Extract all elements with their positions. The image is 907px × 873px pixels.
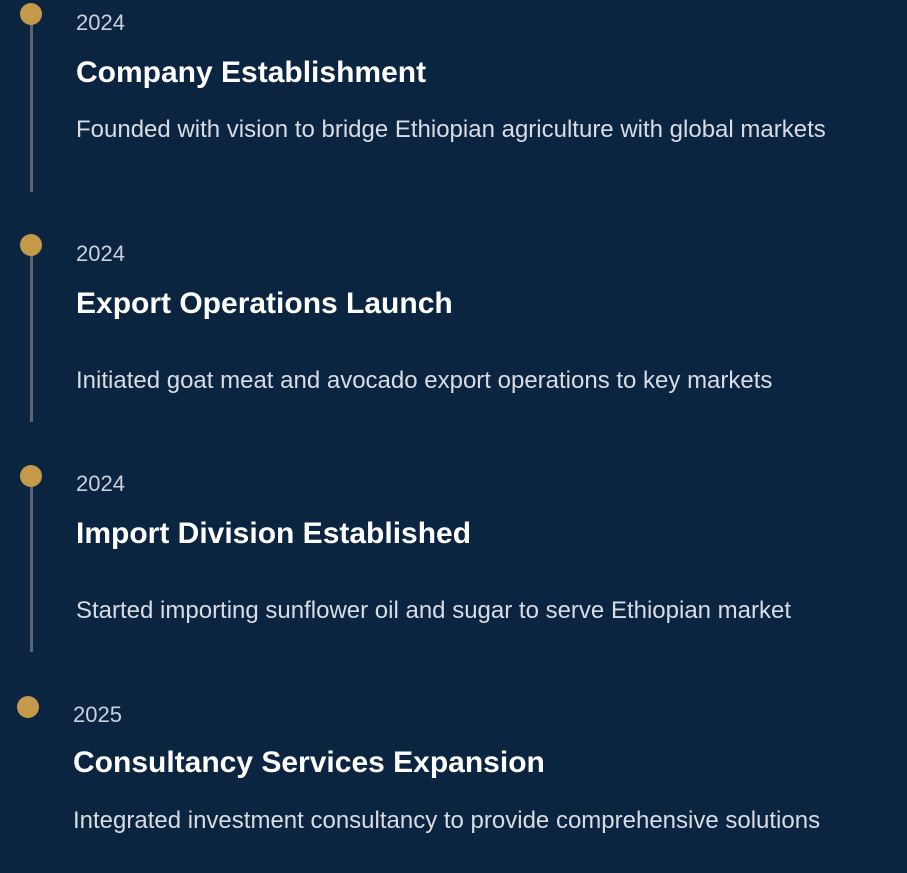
timeline-line	[30, 14, 33, 192]
timeline-year: 2025	[73, 702, 122, 727]
timeline: 2024 Company Establishment Founded with …	[0, 0, 907, 873]
timeline-title: Export Operations Launch	[76, 287, 453, 320]
timeline-item: 2024 Import Division Established Started…	[0, 460, 907, 690]
timeline-description: Started importing sunflower oil and suga…	[76, 597, 792, 624]
timeline-line	[30, 474, 33, 652]
timeline-description: Founded with vision to bridge Ethiopian …	[76, 116, 826, 143]
timeline-description: Integrated investment consultancy to pro…	[73, 807, 821, 834]
timeline-title: Consultancy Services Expansion	[73, 746, 545, 779]
timeline-year: 2024	[76, 241, 125, 266]
timeline-dot	[20, 3, 42, 25]
timeline-title: Import Division Established	[76, 517, 472, 550]
timeline-year: 2024	[76, 10, 125, 35]
timeline-title: Company Establishment	[76, 56, 427, 89]
timeline-line	[30, 244, 33, 422]
timeline-year: 2024	[76, 471, 125, 496]
timeline-item: 2024 Export Operations Launch Initiated …	[0, 230, 907, 460]
timeline-dot	[20, 234, 42, 256]
timeline-item: 2025 Consultancy Services Expansion Inte…	[0, 690, 907, 873]
timeline-dot	[20, 465, 42, 487]
timeline-description: Initiated goat meat and avocado export o…	[76, 367, 773, 394]
timeline-dot	[17, 696, 39, 718]
timeline-item: 2024 Company Establishment Founded with …	[0, 0, 907, 230]
